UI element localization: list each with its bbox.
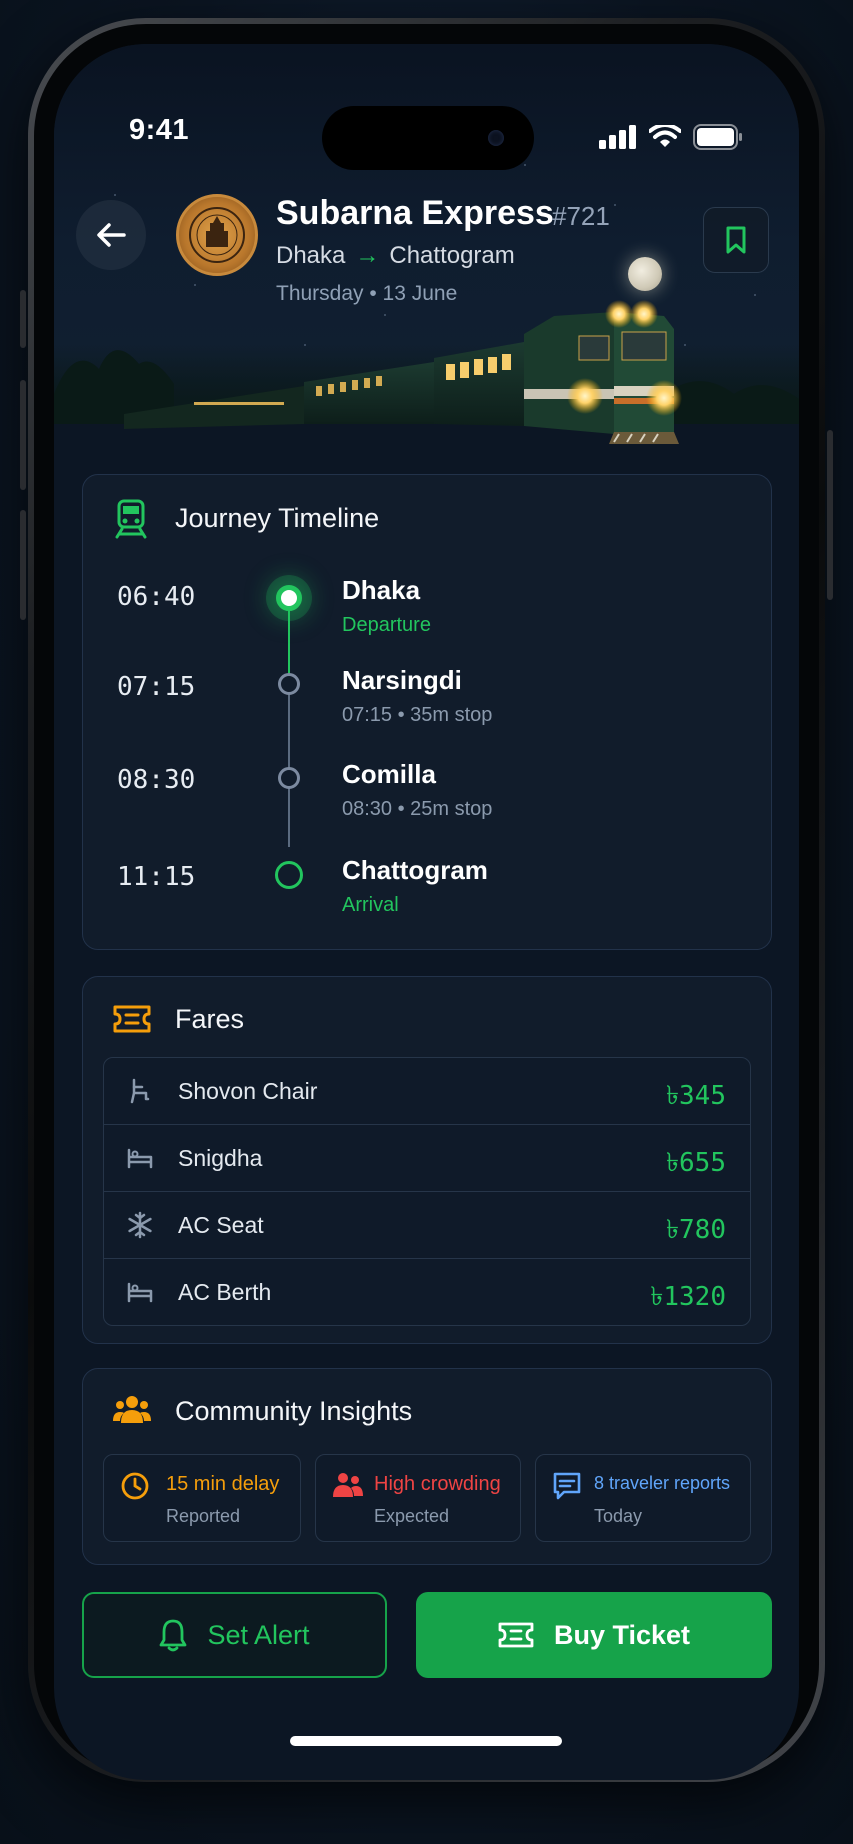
insight-crowding-value: High crowding xyxy=(374,1473,501,1495)
fare-price: ৳780 xyxy=(666,1215,726,1245)
seat-icon xyxy=(130,1078,150,1104)
community-insights-card: Community Insights 15 min delay Reported… xyxy=(82,1368,772,1565)
stop-station[interactable]: Narsingdi xyxy=(342,665,462,696)
journey-timeline-card: Journey Timeline 06:40 Dhaka Departure 0… xyxy=(82,474,772,950)
buy-ticket-label: Buy Ticket xyxy=(553,1619,691,1650)
users-icon xyxy=(113,1396,151,1423)
stop-detail: 07:15 • 35m stop xyxy=(342,704,493,726)
train-number: #721 xyxy=(552,201,610,231)
stop-detail: Arrival xyxy=(342,894,399,916)
bell-icon xyxy=(160,1619,187,1652)
stop-detail: 08:30 • 25m stop xyxy=(342,798,493,820)
fare-row[interactable]: Snigdha ৳655 xyxy=(104,1125,750,1192)
stop-time: 08:30 xyxy=(117,765,196,795)
origin-station: Dhaka xyxy=(276,242,346,269)
back-button[interactable] xyxy=(76,200,146,270)
insights-title: Community Insights xyxy=(175,1396,413,1426)
ticket-icon xyxy=(498,1622,534,1648)
fare-class: AC Berth xyxy=(178,1279,272,1305)
stop-time: 11:15 xyxy=(117,862,196,892)
fare-class: Snigdha xyxy=(178,1145,263,1171)
stop-time: 07:15 xyxy=(117,672,196,702)
stop-marker-end xyxy=(275,861,303,889)
route: Dhaka → Chattogram xyxy=(276,242,515,270)
mute-switch xyxy=(20,290,26,348)
set-alert-button[interactable]: Set Alert xyxy=(82,1592,387,1678)
volume-up-button xyxy=(20,380,26,490)
train-icon xyxy=(115,499,147,539)
insight-delay[interactable]: 15 min delay Reported xyxy=(103,1454,301,1542)
arrow-left-icon xyxy=(97,223,126,247)
fare-price: ৳655 xyxy=(666,1148,726,1178)
bangladesh-railway-emblem xyxy=(176,194,258,276)
clock-icon xyxy=(121,1472,149,1500)
fares-card: Fares Shovon Chair ৳345 Snigdha ৳655 AC … xyxy=(82,976,772,1344)
stop-marker xyxy=(278,767,300,789)
snowflake-icon xyxy=(128,1211,152,1239)
insight-delay-value: 15 min delay xyxy=(166,1473,280,1495)
fare-row[interactable]: Shovon Chair ৳345 xyxy=(104,1058,750,1125)
battery-icon xyxy=(693,124,742,150)
insight-reports-note: Today xyxy=(594,1506,643,1526)
stop-station[interactable]: Comilla xyxy=(342,759,436,790)
fare-row[interactable]: AC Berth ৳1320 xyxy=(104,1259,750,1325)
fare-class: Shovon Chair xyxy=(178,1078,318,1104)
stop-detail: Departure xyxy=(342,614,431,636)
signal-icon xyxy=(599,125,636,149)
dynamic-island xyxy=(322,106,534,170)
stop-marker-start xyxy=(276,585,302,611)
status-time: 9:41 xyxy=(129,114,190,146)
fares-title: Fares xyxy=(175,1004,245,1034)
buy-ticket-button[interactable]: Buy Ticket xyxy=(416,1592,772,1678)
bookmark-button[interactable] xyxy=(703,207,769,273)
insight-reports-value: 8 traveler reports xyxy=(594,1473,731,1493)
bookmark-icon xyxy=(726,226,746,254)
insight-crowding-note: Expected xyxy=(374,1506,450,1526)
stop-marker xyxy=(278,673,300,695)
stop-time: 06:40 xyxy=(117,582,196,612)
train-name: Subarna Express xyxy=(276,194,554,232)
stop-station[interactable]: Chattogram xyxy=(342,855,488,886)
set-alert-label: Set Alert xyxy=(207,1619,310,1650)
bed-icon xyxy=(127,1148,153,1169)
bed-icon xyxy=(127,1282,153,1303)
chat-icon xyxy=(553,1472,581,1500)
home-indicator[interactable] xyxy=(290,1736,562,1746)
fare-price: ৳1320 xyxy=(650,1282,726,1312)
ticket-icon xyxy=(113,1005,151,1033)
status-icons xyxy=(599,124,743,150)
fare-row[interactable]: AC Seat ৳780 xyxy=(104,1192,750,1259)
timeline-title: Journey Timeline xyxy=(175,503,380,533)
stop-station[interactable]: Dhaka xyxy=(342,575,420,606)
insight-delay-note: Reported xyxy=(166,1506,241,1526)
travel-date: Thursday • 13 June xyxy=(276,282,458,305)
volume-down-button xyxy=(20,510,26,620)
fare-price: ৳345 xyxy=(666,1081,726,1111)
power-button xyxy=(827,430,833,600)
app-screen: 9:41 Subarna Express #721 Dhaka → Chatto… xyxy=(54,44,799,1780)
fare-class: AC Seat xyxy=(178,1212,264,1238)
crowd-icon xyxy=(333,1473,363,1497)
fares-table: Shovon Chair ৳345 Snigdha ৳655 AC Seat ৳… xyxy=(103,1057,751,1326)
route-arrow-icon: → xyxy=(355,242,380,269)
insight-reports[interactable]: 8 traveler reports Today xyxy=(535,1454,751,1542)
insight-crowding[interactable]: High crowding Expected xyxy=(315,1454,521,1542)
wifi-icon xyxy=(649,125,681,147)
destination-station: Chattogram xyxy=(389,242,515,269)
